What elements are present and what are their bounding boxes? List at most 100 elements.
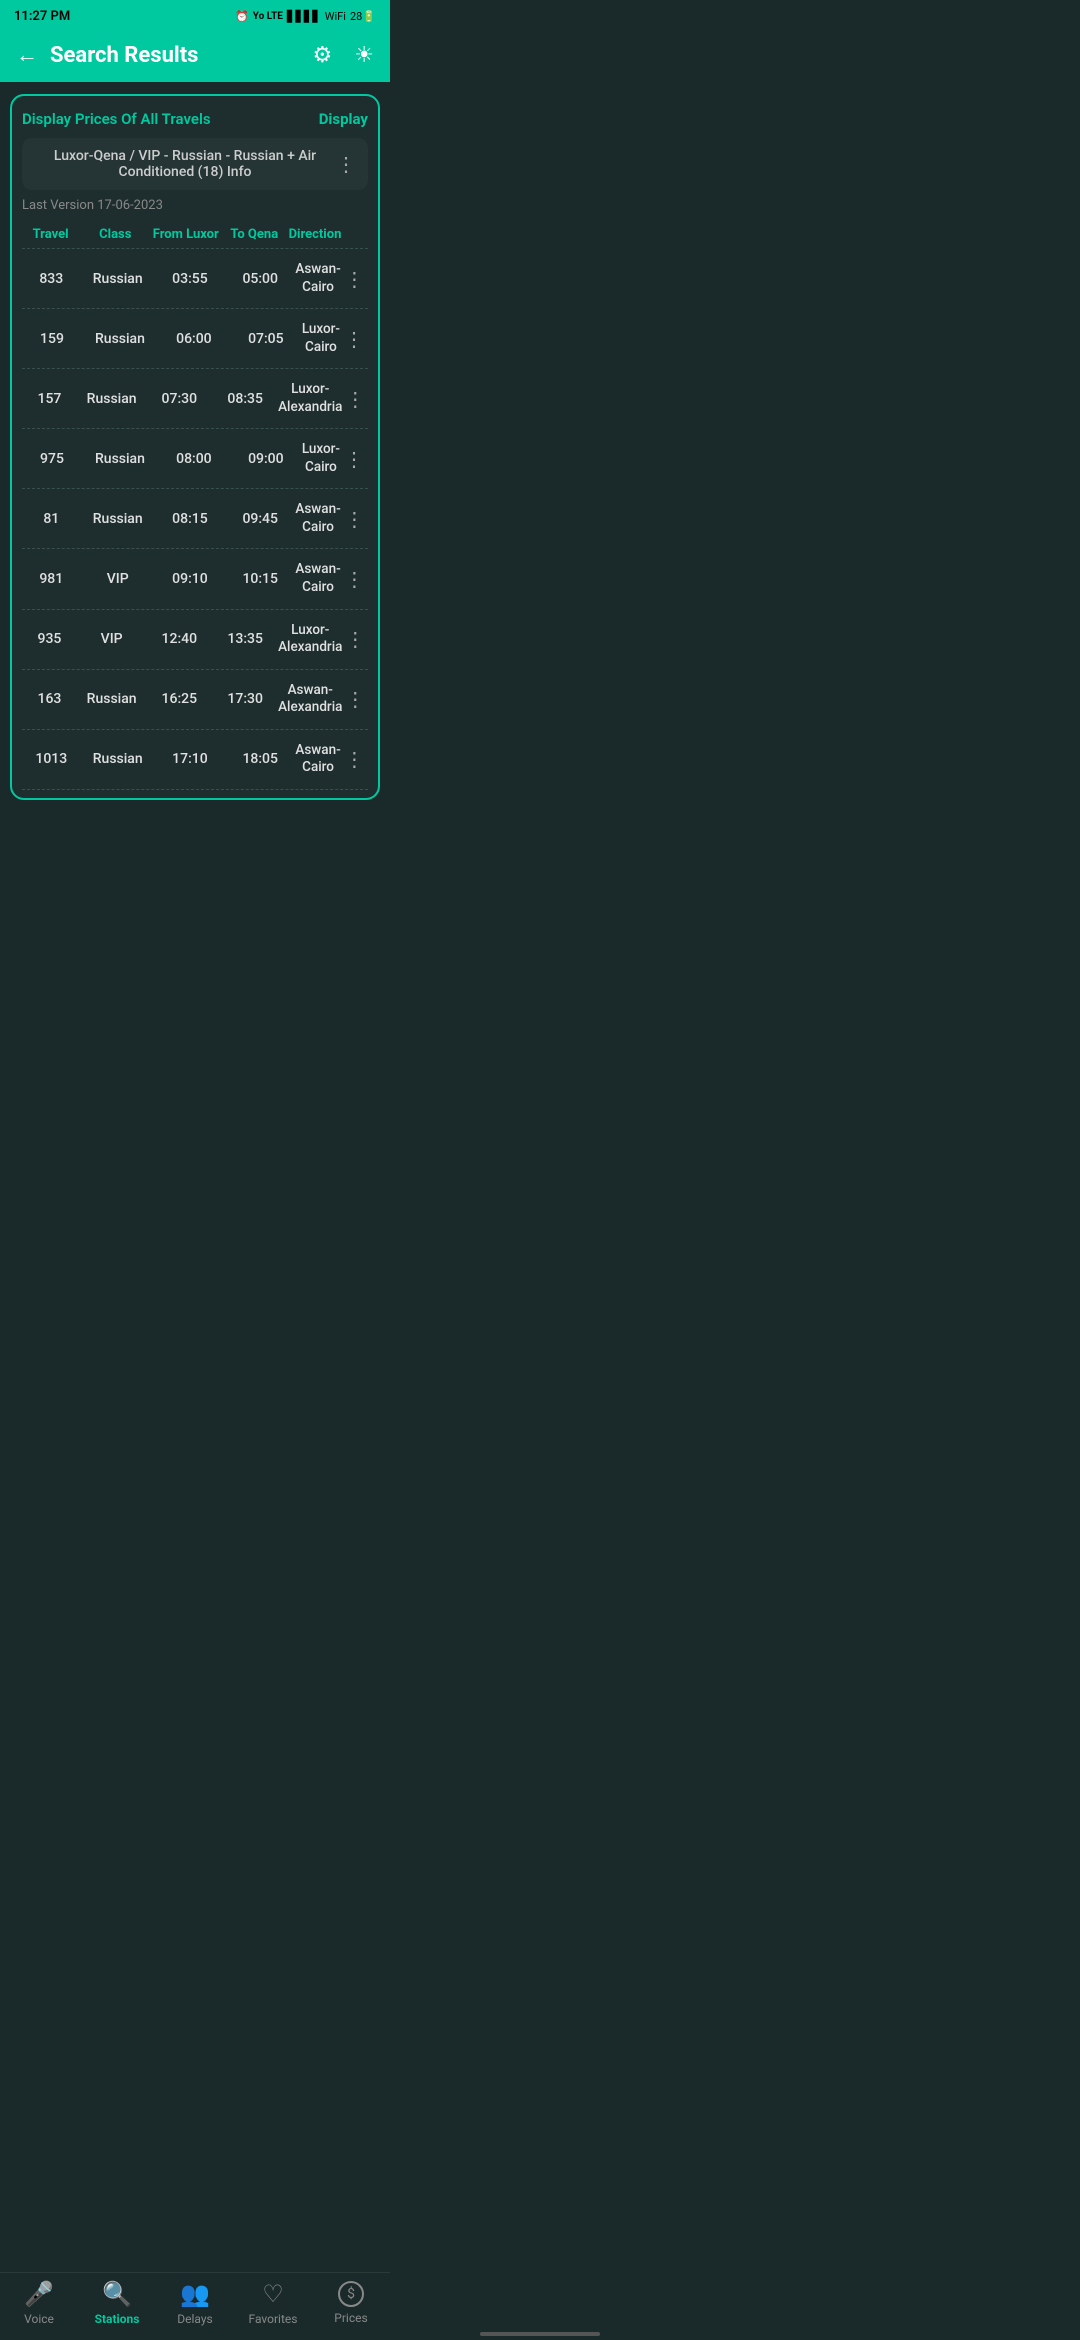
- nav-item-favorites[interactable]: ♡ Favorites: [234, 2280, 312, 2326]
- cell-to: 05:00: [225, 271, 295, 287]
- nav-label-voice: Voice: [24, 2312, 54, 2326]
- cell-to: 13:35: [212, 631, 278, 647]
- row-menu-icon[interactable]: ⋮: [341, 267, 368, 291]
- signal-icon: ▋▋▋▋: [287, 10, 321, 23]
- cell-from: 12:40: [146, 631, 212, 647]
- delays-icon: 👥: [180, 2280, 210, 2308]
- row-menu-icon[interactable]: ⋮: [340, 447, 368, 471]
- cell-from: 03:55: [155, 271, 225, 287]
- table-row[interactable]: 163 Russian 16:25 17:30 Aswan-Alexandria…: [22, 669, 368, 729]
- col-header-class: Class: [79, 227, 151, 242]
- route-menu-icon[interactable]: ⋮: [336, 152, 356, 176]
- col-header-travel: Travel: [22, 227, 79, 242]
- route-info-row: Luxor-Qena / VIP - Russian - Russian + A…: [22, 138, 368, 190]
- row-menu-icon[interactable]: ⋮: [342, 627, 368, 651]
- cell-travel: 159: [22, 331, 82, 347]
- cell-from: 07:30: [146, 391, 212, 407]
- table-row[interactable]: 81 Russian 08:15 09:45 Aswan-Cairo ⋮: [22, 488, 368, 548]
- table-row[interactable]: 1013 Russian 17:10 18:05 Aswan-Cairo ⋮: [22, 729, 368, 790]
- nav-item-prices[interactable]: $ Prices: [312, 2281, 390, 2325]
- cell-to: 07:05: [230, 331, 302, 347]
- status-icons: ⏰ Yo LTE ▋▋▋▋ WiFi 28🔋: [235, 10, 376, 23]
- row-menu-icon[interactable]: ⋮: [341, 567, 368, 591]
- nav-label-stations: Stations: [95, 2312, 140, 2326]
- prices-icon: $: [338, 2281, 364, 2307]
- table-row[interactable]: 975 Russian 08:00 09:00 Luxor-Cairo ⋮: [22, 428, 368, 488]
- nav-item-voice[interactable]: 🎤 Voice: [0, 2280, 78, 2326]
- cell-direction: Aswan-Cairo: [295, 261, 340, 296]
- wifi-icon: WiFi: [325, 10, 346, 23]
- cell-direction: Luxor-Cairo: [302, 321, 340, 356]
- cell-to: 09:00: [230, 451, 302, 467]
- table-row[interactable]: 981 VIP 09:10 10:15 Aswan-Cairo ⋮: [22, 548, 368, 608]
- cell-class: Russian: [82, 331, 158, 347]
- back-button[interactable]: ←: [16, 42, 38, 68]
- cell-direction: Aswan-Cairo: [295, 501, 340, 536]
- table-row[interactable]: 159 Russian 06:00 07:05 Luxor-Cairo ⋮: [22, 308, 368, 368]
- col-header-from: From Luxor: [151, 227, 220, 242]
- brightness-icon[interactable]: ☀: [354, 43, 374, 68]
- table-body: 833 Russian 03:55 05:00 Aswan-Cairo ⋮ 15…: [22, 248, 368, 790]
- display-button[interactable]: Display: [319, 110, 368, 128]
- row-menu-icon[interactable]: ⋮: [342, 687, 368, 711]
- cell-class: Russian: [82, 451, 158, 467]
- cell-to: 18:05: [225, 751, 295, 767]
- cell-travel: 935: [22, 631, 77, 647]
- cell-class: Russian: [81, 511, 155, 527]
- bottom-nav: 🎤 Voice 🔍 Stations 👥 Delays ♡ Favorites …: [0, 2272, 390, 2340]
- cell-to: 17:30: [212, 691, 278, 707]
- display-prices-row: Display Prices Of All Travels Display: [22, 110, 368, 128]
- cell-travel: 981: [22, 571, 81, 587]
- cell-from: 08:15: [155, 511, 225, 527]
- table-header: Travel Class From Luxor To Qena Directio…: [22, 221, 368, 248]
- alarm-icon: ⏰: [235, 10, 249, 23]
- cell-direction: Aswan-Cairo: [295, 561, 340, 596]
- table-row[interactable]: 157 Russian 07:30 08:35 Luxor-Alexandria…: [22, 368, 368, 428]
- status-time: 11:27 PM: [14, 9, 70, 24]
- version-text: Last Version 17-06-2023: [22, 198, 368, 213]
- nav-label-favorites: Favorites: [249, 2312, 298, 2326]
- row-menu-icon[interactable]: ⋮: [342, 387, 368, 411]
- cell-class: VIP: [77, 631, 147, 647]
- header: ← Search Results ⚙ ☀: [0, 32, 390, 82]
- row-menu-icon[interactable]: ⋮: [340, 327, 368, 351]
- cell-class: Russian: [81, 751, 155, 767]
- nav-label-prices: Prices: [334, 2311, 367, 2325]
- row-menu-icon[interactable]: ⋮: [341, 747, 368, 771]
- cell-direction: Luxor-Cairo: [302, 441, 340, 476]
- cell-to: 08:35: [212, 391, 278, 407]
- results-card: Display Prices Of All Travels Display Lu…: [10, 94, 380, 800]
- cell-travel: 833: [22, 271, 81, 287]
- cell-direction: Aswan-Cairo: [295, 742, 340, 777]
- nav-item-stations[interactable]: 🔍 Stations: [78, 2280, 156, 2326]
- home-indicator: [480, 2332, 600, 2336]
- route-text: Luxor-Qena / VIP - Russian - Russian + A…: [34, 148, 336, 180]
- table-row[interactable]: 833 Russian 03:55 05:00 Aswan-Cairo ⋮: [22, 248, 368, 308]
- cell-travel: 157: [22, 391, 77, 407]
- settings-icon[interactable]: ⚙: [313, 43, 333, 68]
- cell-travel: 1013: [22, 751, 81, 767]
- lte-icon: Yo LTE: [253, 11, 283, 22]
- cell-from: 09:10: [155, 571, 225, 587]
- cell-to: 09:45: [225, 511, 295, 527]
- cell-travel: 163: [22, 691, 77, 707]
- nav-item-delays[interactable]: 👥 Delays: [156, 2280, 234, 2326]
- status-bar: 11:27 PM ⏰ Yo LTE ▋▋▋▋ WiFi 28🔋: [0, 0, 390, 32]
- voice-icon: 🎤: [24, 2280, 54, 2308]
- cell-to: 10:15: [225, 571, 295, 587]
- battery-icon: 28🔋: [350, 10, 376, 23]
- row-menu-icon[interactable]: ⋮: [341, 507, 368, 531]
- cell-from: 17:10: [155, 751, 225, 767]
- favorites-icon: ♡: [262, 2280, 284, 2308]
- display-prices-label: Display Prices Of All Travels: [22, 110, 211, 128]
- nav-label-delays: Delays: [177, 2312, 212, 2326]
- cell-travel: 975: [22, 451, 82, 467]
- stations-icon: 🔍: [102, 2280, 132, 2308]
- cell-class: Russian: [81, 271, 155, 287]
- page-title: Search Results: [50, 43, 291, 68]
- col-header-to: To Qena: [220, 227, 289, 242]
- main-content: Display Prices Of All Travels Display Lu…: [0, 82, 390, 812]
- table-row[interactable]: 935 VIP 12:40 13:35 Luxor-Alexandria ⋮: [22, 609, 368, 669]
- cell-class: VIP: [81, 571, 155, 587]
- cell-direction: Luxor-Alexandria: [278, 622, 342, 657]
